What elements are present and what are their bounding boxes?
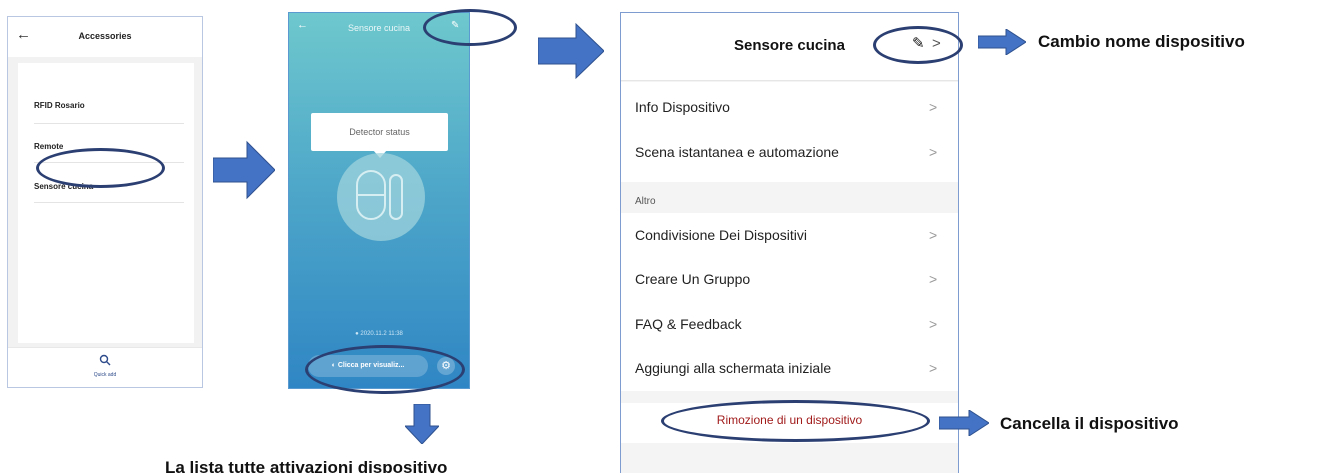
row-info-dispositivo[interactable]: Info Dispositivo bbox=[635, 99, 945, 115]
sensor-illustration-icon bbox=[337, 153, 425, 241]
chevron-right-icon: > bbox=[929, 316, 938, 332]
row-faq-feedback[interactable]: FAQ & Feedback bbox=[635, 316, 945, 332]
quick-add-label: Quick add bbox=[93, 372, 117, 378]
right-arrow-2 bbox=[538, 22, 604, 80]
row-condivisione[interactable]: Condivisione Dei Dispositivi bbox=[635, 227, 945, 243]
divider bbox=[34, 123, 184, 124]
annotation-delete: Cancella il dispositivo bbox=[1000, 414, 1179, 433]
detector-status-tooltip: Detector status bbox=[311, 113, 448, 151]
chevron-right-icon: > bbox=[929, 144, 938, 160]
right-arrow-delete bbox=[939, 410, 989, 436]
accessories-screen: ← Accessories RFID Rosario Remote Sensor… bbox=[7, 16, 203, 388]
section-label-altro: Altro bbox=[635, 196, 656, 207]
row-creare-gruppo[interactable]: Creare Un Gruppo bbox=[635, 271, 945, 287]
annotation-list: La lista tutte attivazioni dispositivo bbox=[165, 458, 448, 473]
chevron-right-icon: > bbox=[929, 99, 938, 115]
chevron-right-icon: > bbox=[929, 227, 938, 243]
highlight-ellipse-rename bbox=[873, 26, 963, 64]
row-aggiungi-schermata[interactable]: Aggiungi alla schermata iniziale bbox=[635, 360, 945, 376]
search-icon[interactable] bbox=[8, 354, 202, 369]
quick-add-bar[interactable]: Quick add bbox=[8, 347, 202, 387]
sensor-screen: ← Sensore cucina ✎ Detector status ● 202… bbox=[288, 12, 470, 389]
row-scena-automazione[interactable]: Scena istantanea e automazione bbox=[635, 144, 945, 160]
settings-group-main: Info Dispositivo > Scena istantanea e au… bbox=[621, 82, 958, 182]
highlight-ellipse-remove bbox=[661, 400, 930, 442]
highlight-ellipse-view bbox=[305, 345, 465, 394]
annotation-rename: Cambio nome dispositivo bbox=[1038, 32, 1245, 51]
accessories-title: Accessories bbox=[78, 31, 132, 41]
settings-group-other: Condivisione Dei Dispositivi > Creare Un… bbox=[621, 213, 958, 391]
divider bbox=[34, 202, 184, 203]
last-event-timestamp: ● 2020.11.2 11:38 bbox=[355, 331, 403, 337]
list-item-rfid-rosario[interactable]: RFID Rosario bbox=[34, 101, 184, 110]
down-arrow bbox=[405, 404, 439, 444]
chevron-right-icon: > bbox=[929, 271, 938, 287]
highlight-ellipse-edit bbox=[423, 9, 517, 46]
right-arrow-rename bbox=[978, 29, 1026, 55]
accessories-header: ← Accessories bbox=[8, 17, 202, 57]
accessories-list: RFID Rosario Remote Sensore cucina bbox=[18, 63, 194, 343]
highlight-ellipse-sensore bbox=[36, 148, 165, 188]
right-arrow-1 bbox=[213, 140, 275, 200]
chevron-right-icon: > bbox=[929, 360, 938, 376]
timestamp-text: 2020.11.2 11:38 bbox=[360, 331, 403, 337]
